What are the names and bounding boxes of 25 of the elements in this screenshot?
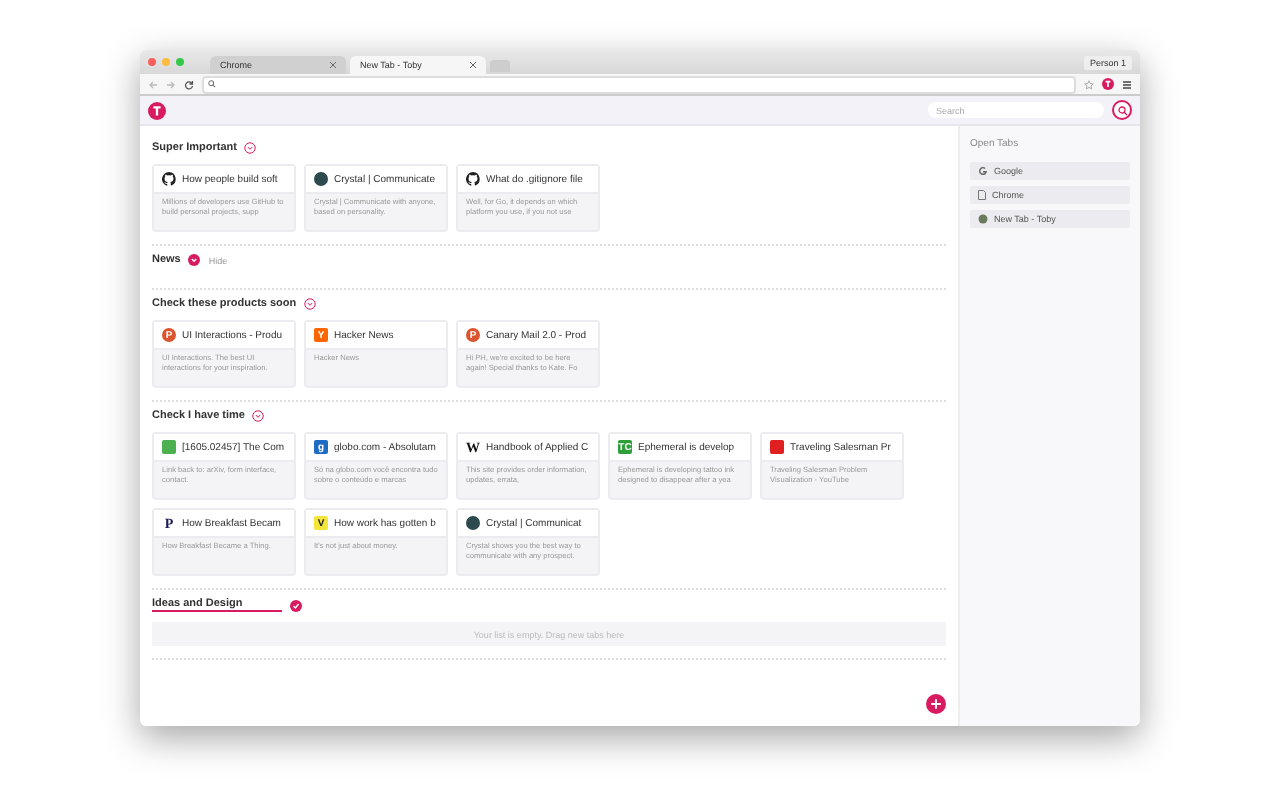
plus-icon [930,698,942,710]
octocat-icon [162,172,176,186]
menu-icon[interactable] [1122,79,1132,89]
star-icon[interactable] [1084,79,1094,89]
collapse-icon[interactable] [252,410,265,422]
favicon-icon [466,516,480,530]
favicon-icon [162,440,176,454]
collapse-icon[interactable] [304,298,317,310]
octocat-icon [466,172,480,186]
extension-icon[interactable] [1102,78,1114,90]
close-icon[interactable] [470,62,476,68]
favicon-icon [314,172,328,186]
search-button[interactable] [1112,100,1132,120]
reload-icon[interactable] [184,79,194,89]
collapse-icon[interactable] [244,142,257,154]
add-collection-button[interactable] [926,694,946,714]
close-icon[interactable] [330,62,336,68]
search-icon [1117,105,1127,115]
google-icon [978,166,988,176]
search-icon [208,80,216,88]
favicon-icon [770,440,784,454]
expand-icon[interactable] [188,254,201,266]
toby-logo-icon[interactable] [148,101,166,119]
confirm-icon[interactable] [290,599,303,611]
page-icon [978,190,986,200]
